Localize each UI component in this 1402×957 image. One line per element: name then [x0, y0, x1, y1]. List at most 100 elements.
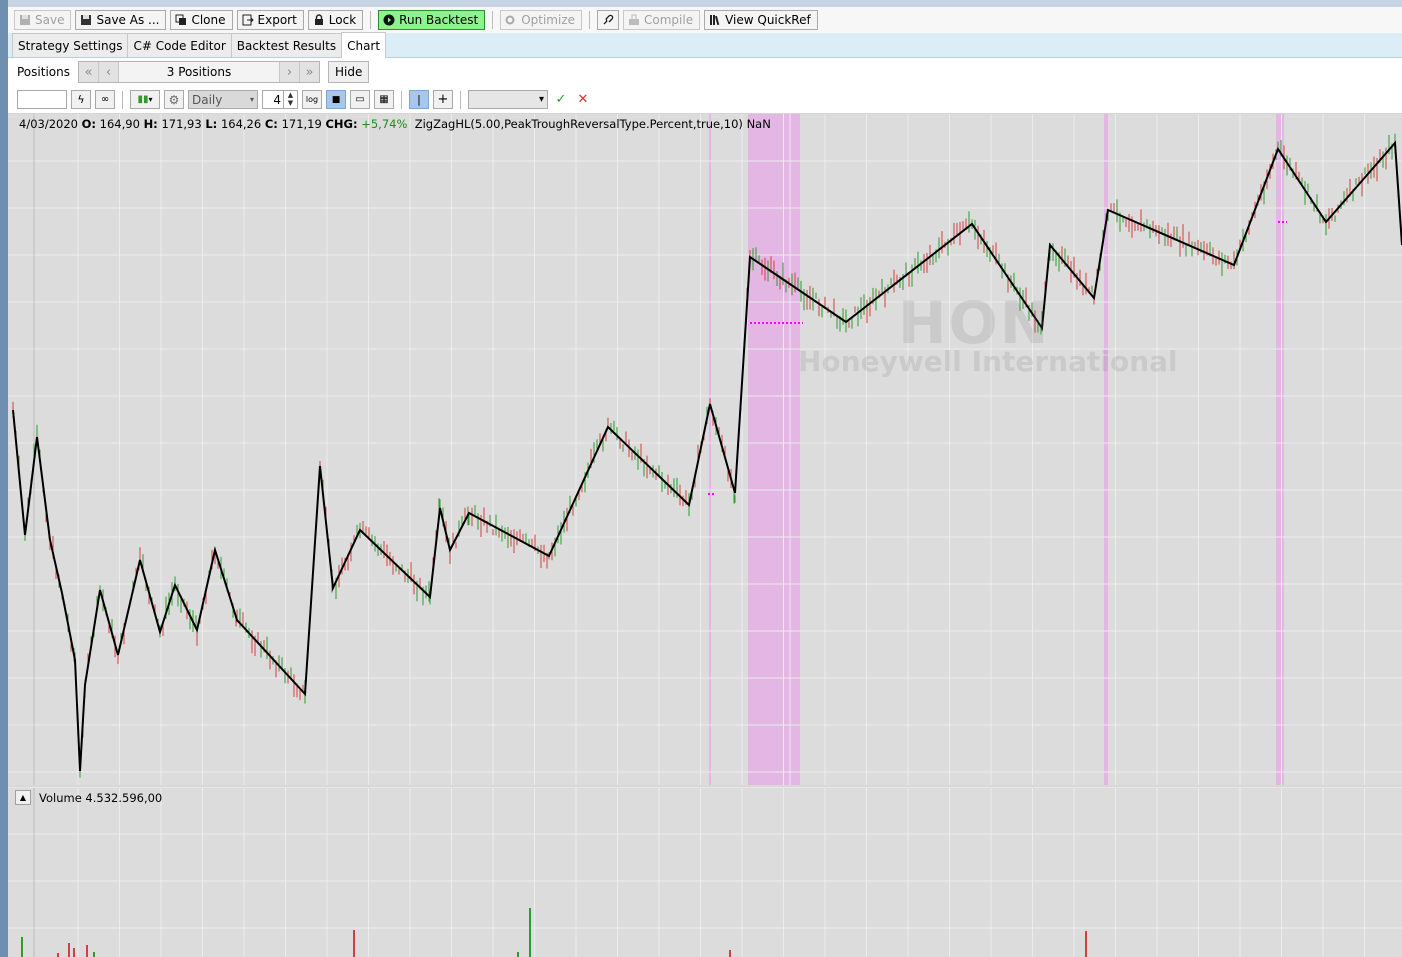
hide-button[interactable]: Hide [327, 61, 370, 83]
chevron-down-icon: ▾ [148, 95, 153, 104]
cancel-button[interactable]: ✕ [574, 92, 592, 107]
volume-pane-header: ▲ Volume 4.532.596,00 [15, 790, 162, 805]
save-button[interactable]: Save [14, 10, 72, 30]
position-highlight [1276, 114, 1284, 786]
volume-bar [86, 945, 88, 957]
link-button[interactable] [597, 10, 619, 30]
check-icon: ✓ [555, 92, 567, 107]
apply-button[interactable]: ✓ [552, 92, 570, 107]
clone-icon [175, 14, 187, 26]
camera-icon: ■ [331, 94, 341, 105]
vertical-line-icon: | [417, 93, 421, 106]
gears-icon [505, 14, 517, 26]
chevron-left-icon: ‹ [105, 64, 112, 80]
log-scale-button[interactable]: log [302, 90, 322, 109]
first-position-button[interactable]: « [78, 62, 99, 82]
chevron-right-icon: › [286, 64, 293, 80]
watermark-company: Honeywell International [798, 345, 1178, 378]
tab-bar: Strategy Settings C# Code Editor Backtes… [8, 32, 1402, 58]
volume-bar [93, 952, 95, 957]
chart-style-dropdown[interactable]: ▮▮ ▾ [130, 90, 160, 109]
app-window: Save Save As ... Clone Export Lock Run B… [0, 0, 1402, 957]
volume-bar [729, 950, 731, 957]
pane-button[interactable]: ▭ [350, 90, 370, 109]
double-chevron-left-icon: « [84, 64, 93, 80]
toolbar-separator [401, 90, 402, 109]
lock-button[interactable]: Lock [307, 10, 364, 30]
volume-label: Volume 4.532.596,00 [39, 790, 163, 805]
scale-select[interactable]: Daily ▾ [188, 90, 258, 109]
toolbar-separator [492, 11, 494, 29]
last-position-button[interactable]: » [298, 62, 319, 82]
clone-button[interactable]: Clone [170, 10, 233, 30]
drawing-select[interactable]: ▾ [468, 90, 548, 109]
next-position-button[interactable]: › [278, 62, 299, 82]
main-toolbar: Save Save As ... Clone Export Lock Run B… [8, 7, 1402, 33]
bars-stepper[interactable]: 4 ▲ ▼ [262, 90, 298, 109]
volume-bar [529, 908, 531, 957]
toolbar-separator [370, 11, 372, 29]
toolbar-separator [460, 90, 461, 109]
tab-chart[interactable]: Chart [341, 32, 387, 58]
compile-icon [628, 14, 640, 26]
tab-strategy-settings[interactable]: Strategy Settings [12, 33, 129, 57]
position-highlight [748, 114, 800, 786]
tab-code-editor[interactable]: C# Code Editor [127, 33, 232, 57]
volume-bar [21, 937, 23, 957]
collapse-pane-button[interactable]: ▲ [15, 790, 31, 805]
play-icon [383, 14, 395, 26]
gear-icon: ⚙ [168, 92, 180, 107]
link-icon [602, 14, 614, 26]
crosshair-button[interactable]: + [433, 90, 453, 109]
lightning-icon: ϟ [77, 93, 85, 106]
chart-toolbar: ϟ ∞ ▮▮ ▾ ⚙ Daily ▾ 4 ▲ ▼ log ■ ▭ ▦ | + ▾ ✓… [8, 86, 1402, 114]
save-as-button[interactable]: Save As ... [75, 10, 167, 30]
export-button[interactable]: Export [236, 10, 304, 30]
positions-bar: Positions « ‹ 3 Positions › » Hide [8, 58, 1402, 86]
compile-button[interactable]: Compile [623, 10, 701, 30]
prev-position-button[interactable]: ‹ [98, 62, 119, 82]
positions-label: Positions [17, 65, 70, 79]
price-chart[interactable] [8, 114, 1402, 957]
volume-bar [57, 953, 59, 957]
triangle-up-icon: ▲ [19, 793, 27, 802]
bar-date: 4/03/2020 [19, 117, 78, 131]
crosshair-icon: + [437, 92, 449, 107]
lock-icon [313, 14, 325, 26]
cursor-line-button[interactable]: | [409, 90, 429, 109]
pane-icon: ▭ [355, 94, 365, 105]
volume-bar [73, 948, 75, 957]
volume-bar [1085, 931, 1087, 957]
export-icon [242, 14, 254, 26]
tab-backtest-results[interactable]: Backtest Results [230, 33, 343, 57]
floppy-icon [80, 14, 92, 26]
double-chevron-right-icon: » [305, 64, 314, 80]
chart-settings-button[interactable]: ⚙ [164, 90, 184, 109]
chevron-down-icon: ▾ [249, 95, 254, 104]
link-icon: ∞ [100, 94, 110, 105]
positions-navigator: « ‹ 3 Positions › » [77, 61, 320, 83]
spinner-icon[interactable]: ▲ ▼ [283, 91, 297, 108]
volume-bar [68, 943, 70, 957]
camera-button[interactable]: ■ [326, 90, 346, 109]
chevron-down-icon: ▾ [538, 94, 544, 105]
bar-chart-icon: ▮▮ [137, 94, 149, 105]
chart-area[interactable]: HON Honeywell International 4/03/2020 O:… [8, 114, 1402, 957]
optimize-button[interactable]: Optimize [500, 10, 582, 30]
indicator-label: ZigZagHL(5.00,PeakTroughReversalType.Per… [414, 117, 771, 131]
zigzag-line [12, 140, 1402, 772]
window-edge [0, 0, 8, 957]
volume-bar [353, 930, 355, 957]
calendar-icon: ▦ [379, 94, 389, 105]
close-icon: ✕ [577, 92, 589, 107]
link-chart-button[interactable]: ∞ [95, 90, 115, 109]
run-backtest-button[interactable]: Run Backtest [378, 10, 486, 30]
volume-bar [517, 952, 519, 957]
toolbar-separator [122, 90, 123, 109]
symbol-input[interactable] [17, 90, 67, 109]
view-quickref-button[interactable]: View QuickRef [704, 10, 818, 30]
lightning-button[interactable]: ϟ [71, 90, 91, 109]
toolbar-separator [589, 11, 590, 29]
calendar-button[interactable]: ▦ [374, 90, 394, 109]
positions-count: 3 Positions [118, 62, 279, 82]
